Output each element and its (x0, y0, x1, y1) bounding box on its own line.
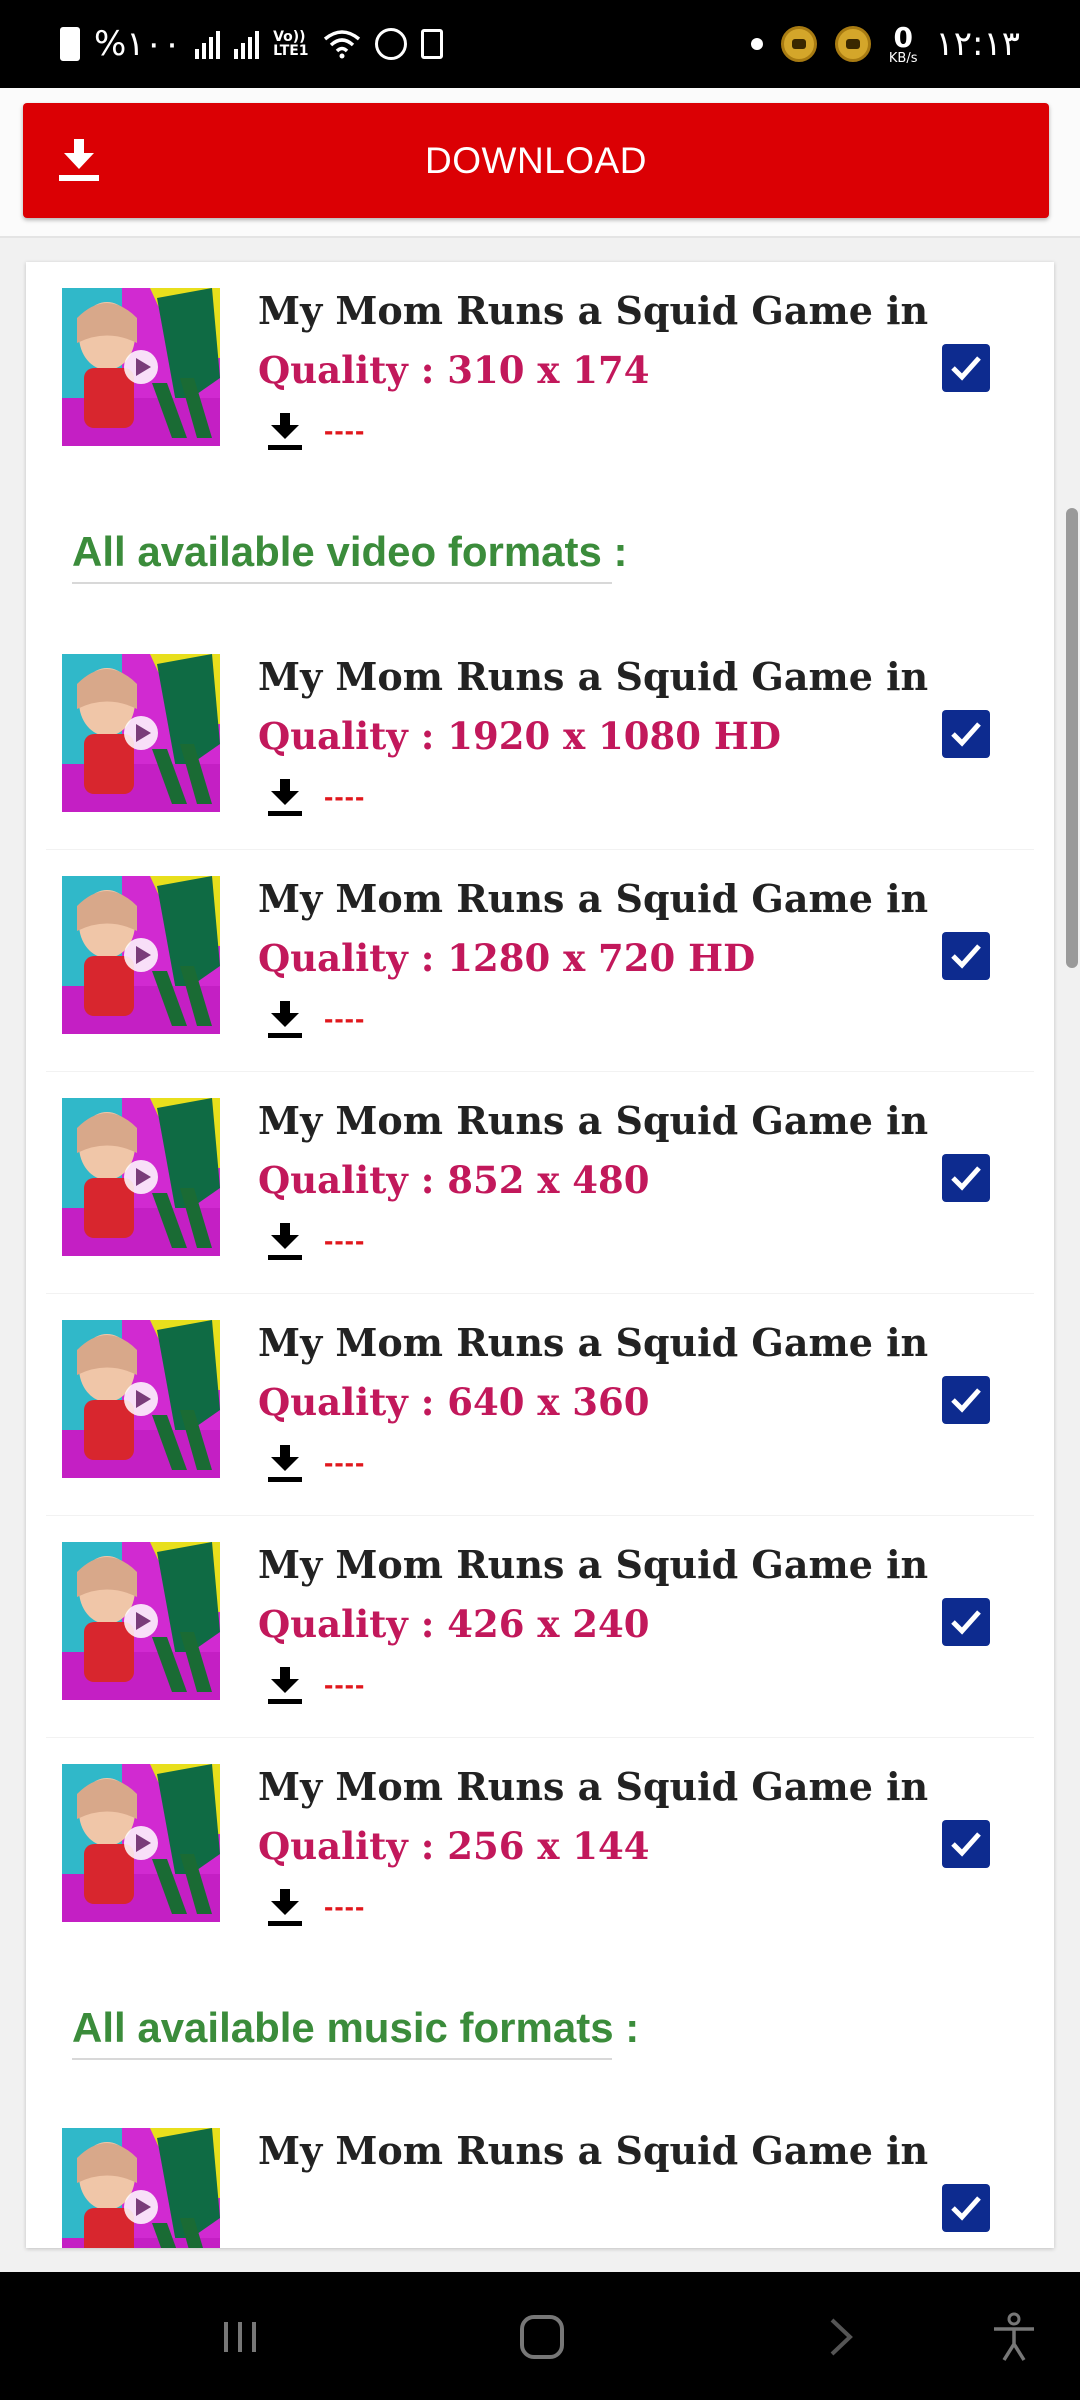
video-thumbnail (62, 288, 220, 446)
quality-label: Quality : 1920 x 1080 HD (258, 714, 781, 758)
download-icon[interactable] (268, 1665, 302, 1705)
notification-dot (750, 38, 763, 50)
video-title: My Mom Runs a Squid Game in (258, 876, 929, 921)
quality-label: Quality : 1280 x 720 HD (258, 936, 756, 980)
music-section-title: All available music formats : (72, 2004, 640, 2051)
format-row[interactable]: My Mom Runs a Squid Game in Quality : 426… (26, 1516, 1054, 1738)
format-checkbox[interactable] (942, 1598, 990, 1646)
format-row[interactable]: My Mom Runs a Squid Game in Quality : 852… (26, 1072, 1054, 1294)
quality-label: Quality : 426 x 240 (258, 1602, 650, 1646)
download-icon (59, 139, 99, 181)
video-thumbnail (62, 1098, 220, 1256)
download-icon[interactable] (268, 411, 302, 451)
header-bar: DOWNLOAD (0, 88, 1080, 238)
video-title: My Mom Runs a Squid Game in (258, 2128, 929, 2173)
speed-unit: KB/s (888, 50, 918, 66)
file-size: ---- (324, 781, 366, 812)
scrollbar[interactable] (1066, 508, 1078, 968)
status-bar: %۱۰۰ Vo)) LTE1 0 KB/s ۱۲:۱۳ (0, 0, 1080, 88)
recent-apps-icon[interactable] (210, 2312, 270, 2362)
accessibility-icon[interactable] (984, 2312, 1044, 2362)
network-speed: 0 KB/s (888, 20, 918, 66)
signal-icon (195, 29, 221, 59)
file-size: ---- (324, 1447, 366, 1478)
format-row[interactable]: My Mom Runs a Squid Game in Quality : 256… (26, 1738, 1054, 1960)
size-row: ---- (268, 1438, 365, 1488)
file-size: ---- (324, 1891, 366, 1922)
size-row: ---- (268, 994, 365, 1044)
format-checkbox[interactable] (942, 2184, 990, 2232)
video-thumbnail (62, 2128, 220, 2248)
speed-value: 0 (893, 20, 913, 54)
size-row (268, 2246, 324, 2248)
download-icon[interactable] (268, 1221, 302, 1261)
video-thumbnail (62, 654, 220, 812)
video-title: My Mom Runs a Squid Game in (258, 1764, 929, 1809)
signal-icon-2 (234, 29, 260, 59)
format-row[interactable]: My Mom Runs a Squid Game in Quality : 192… (26, 628, 1054, 850)
wifi-icon (323, 30, 360, 59)
section-underline (72, 582, 612, 584)
size-row: ---- (268, 1882, 365, 1932)
file-size: ---- (324, 1669, 366, 1700)
sim-icon (420, 29, 443, 59)
video-title: My Mom Runs a Squid Game in (258, 1542, 929, 1587)
back-icon[interactable] (814, 2312, 874, 2362)
battery-text: %۱۰۰ (94, 24, 182, 64)
format-row[interactable]: My Mom Runs a Squid Game in Quality : 310… (26, 262, 1054, 484)
network-type-label: Vo)) LTE1 (273, 29, 309, 59)
format-row[interactable]: My Mom Runs a Squid Game in Quality : 128… (26, 850, 1054, 1072)
video-thumbnail (62, 1764, 220, 1922)
format-row[interactable]: My Mom Runs a Squid Game in Quality : 640… (26, 1294, 1054, 1516)
video-section-title: All available video formats : (72, 528, 628, 575)
video-title: My Mom Runs a Squid Game in (258, 1098, 929, 1143)
download-icon[interactable] (268, 777, 302, 817)
quality-label: Quality : 852 x 480 (258, 1158, 650, 1202)
file-size: ---- (324, 1225, 366, 1256)
quality-label: Quality : 256 x 144 (258, 1824, 650, 1868)
alarm-icon (374, 28, 407, 60)
download-icon[interactable] (268, 999, 302, 1039)
size-row: ---- (268, 1216, 365, 1266)
status-left: %۱۰۰ Vo)) LTE1 (60, 22, 443, 66)
battery-icon (60, 27, 80, 61)
navigation-bar (0, 2272, 1080, 2400)
download-button-label: DOWNLOAD (425, 139, 647, 181)
video-thumbnail (62, 1320, 220, 1478)
format-checkbox[interactable] (942, 1376, 990, 1424)
download-button[interactable]: DOWNLOAD (23, 103, 1049, 218)
video-title: My Mom Runs a Squid Game in (258, 654, 929, 699)
app-notification-icon-2 (834, 26, 871, 62)
download-icon[interactable] (268, 1887, 302, 1927)
video-title: My Mom Runs a Squid Game in (258, 1320, 929, 1365)
size-row: ---- (268, 772, 365, 822)
format-row[interactable]: My Mom Runs a Squid Game in (26, 2102, 1054, 2248)
video-thumbnail (62, 876, 220, 1034)
download-icon[interactable] (268, 1443, 302, 1483)
file-size: ---- (324, 1003, 366, 1034)
video-title: My Mom Runs a Squid Game in (258, 288, 929, 333)
video-thumbnail (62, 1542, 220, 1700)
section-underline (72, 2058, 612, 2060)
format-checkbox[interactable] (942, 344, 990, 392)
quality-label: Quality : 640 x 360 (258, 1380, 650, 1424)
status-right: 0 KB/s ۱۲:۱۳ (750, 20, 1020, 66)
file-size: ---- (324, 415, 366, 446)
format-checkbox[interactable] (942, 710, 990, 758)
format-checkbox[interactable] (942, 1820, 990, 1868)
format-checkbox[interactable] (942, 1154, 990, 1202)
quality-label: Quality : 310 x 174 (258, 348, 650, 392)
format-checkbox[interactable] (942, 932, 990, 980)
home-icon[interactable] (512, 2312, 572, 2362)
formats-card: All available video formats : All availa… (26, 262, 1054, 2248)
size-row: ---- (268, 1660, 365, 1710)
clock: ۱۲:۱۳ (935, 24, 1020, 64)
app-notification-icon (780, 26, 817, 62)
size-row: ---- (268, 406, 365, 456)
